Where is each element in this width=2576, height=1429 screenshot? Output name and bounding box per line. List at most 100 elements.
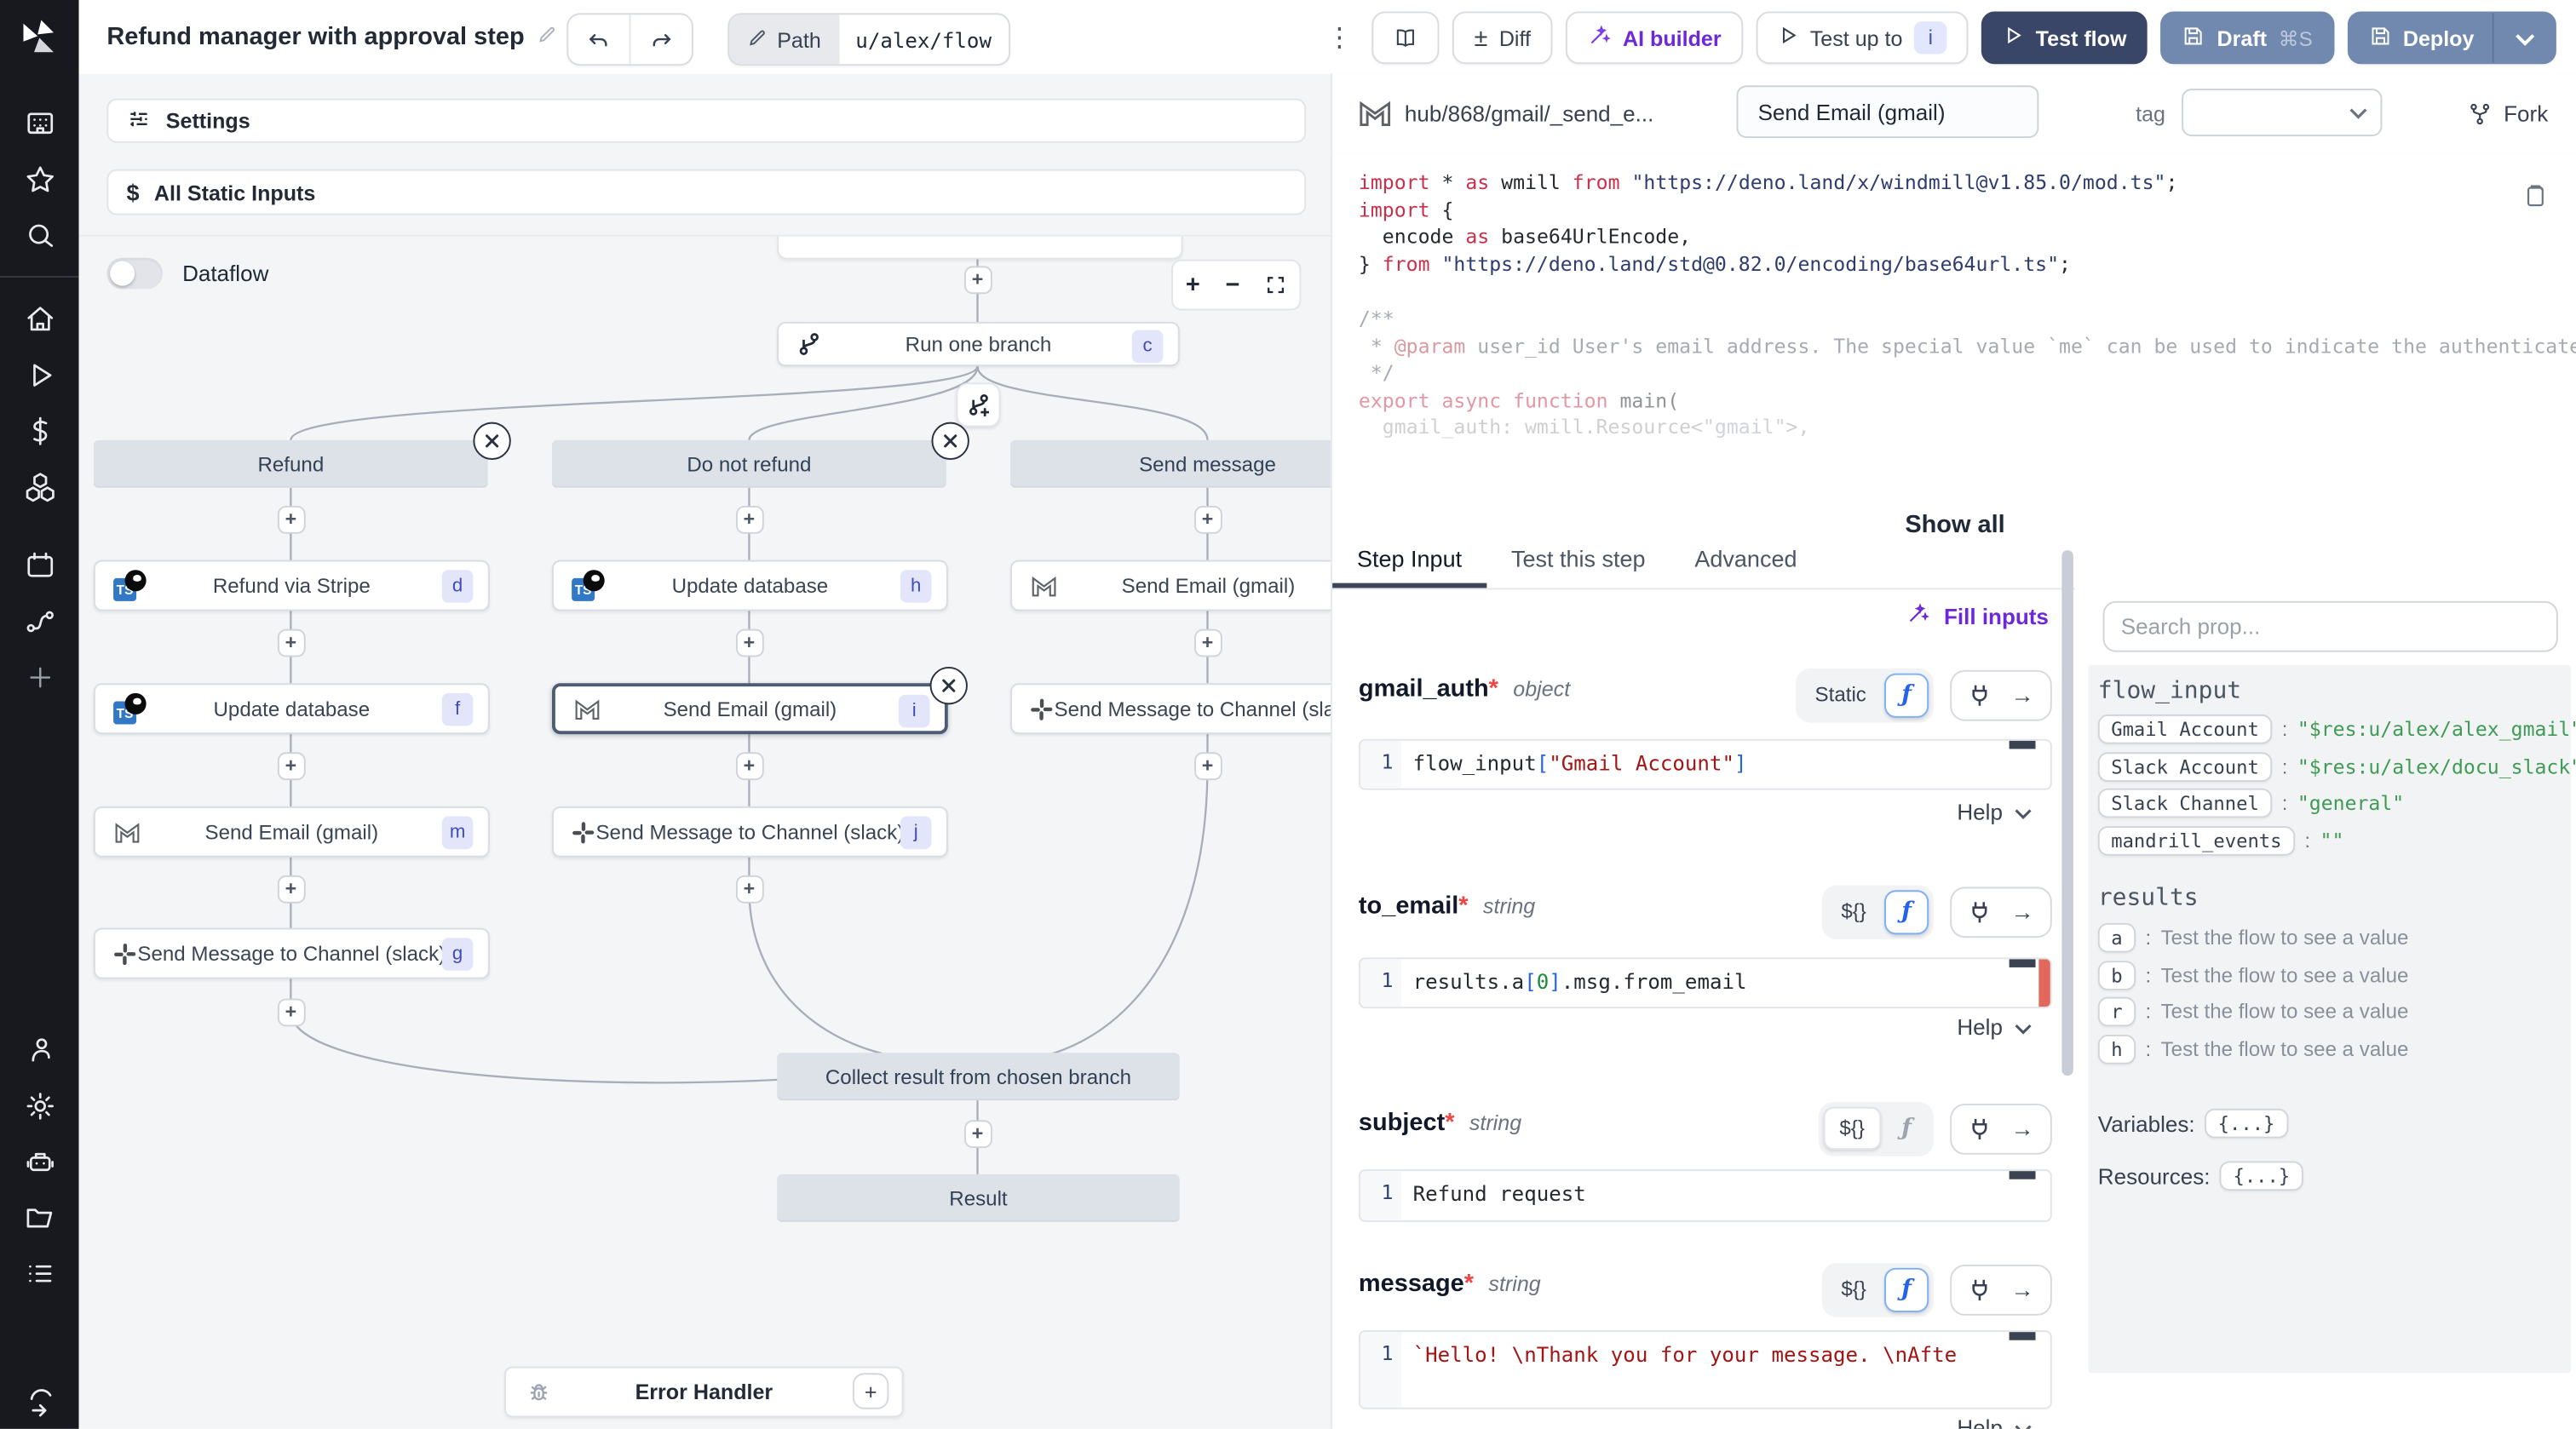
home-icon[interactable] — [0, 290, 79, 347]
static-mode-chip[interactable]: Static — [1800, 674, 1881, 716]
plug-icon[interactable] — [1968, 899, 1991, 924]
function-mode-button[interactable]: ƒ — [1884, 889, 1929, 934]
static-mode-chip[interactable]: ${} — [1823, 1106, 1882, 1150]
flow-title[interactable]: Refund manager with approval step — [106, 0, 557, 74]
flow-input-node-partial[interactable] — [777, 236, 1183, 260]
workspace-icon[interactable] — [0, 95, 79, 152]
flow-step-node[interactable]: Send Message to Channel (slack) — [1010, 683, 1331, 735]
undo-button[interactable] — [568, 14, 631, 65]
add-branch-button[interactable] — [956, 382, 1001, 428]
redo-button[interactable] — [631, 14, 692, 64]
result-pill[interactable]: b — [2097, 960, 2136, 990]
remove-button[interactable] — [930, 421, 969, 460]
favorites-star-icon[interactable] — [0, 151, 79, 207]
prop-pill[interactable]: Gmail Account — [2097, 714, 2273, 744]
add-step-button[interactable]: + — [276, 505, 305, 533]
logs-list-icon[interactable] — [0, 1245, 79, 1301]
prop-pill[interactable]: Slack Account — [2097, 751, 2273, 782]
result-pill[interactable]: r — [2097, 996, 2136, 1027]
arrow-right-icon[interactable]: → — [2011, 898, 2034, 925]
kebab-menu-button[interactable]: ⋮ — [1320, 13, 1360, 63]
docs-book-button[interactable] — [1371, 11, 1440, 65]
add-step-button[interactable]: + — [735, 628, 763, 657]
field-editor-to_email[interactable]: 1 results.a[0].msg.from_email — [1358, 957, 2052, 1009]
workers-robot-icon[interactable] — [0, 1133, 79, 1190]
branch-header-refund[interactable]: Refund — [93, 439, 488, 488]
flow-step-node[interactable]: Send Email (gmail) — [1010, 560, 1331, 611]
draft-button[interactable]: Draft ⌘S — [2160, 11, 2334, 65]
remove-button[interactable] — [929, 666, 967, 704]
runs-play-icon[interactable] — [0, 347, 79, 403]
switch-account-icon[interactable] — [0, 1373, 79, 1429]
add-plus-icon[interactable] — [0, 649, 79, 705]
flow-step-node[interactable]: Send Email (gmail) i — [551, 683, 948, 735]
add-step-button[interactable]: + — [735, 505, 763, 533]
static-mode-chip[interactable]: ${} — [1826, 1268, 1881, 1311]
branch-header-send-message[interactable]: Send message — [1010, 439, 1331, 488]
variables-expand-pill[interactable]: {...} — [2205, 1108, 2288, 1139]
add-step-button[interactable]: + — [276, 628, 305, 657]
fit-view-button[interactable] — [1265, 274, 1286, 296]
tab-step-input[interactable]: Step Input — [1332, 532, 1487, 588]
flow-step-node[interactable]: Send Email (gmail) m — [93, 806, 490, 858]
flow-step-node[interactable]: Send Message to Channel (slack) g — [93, 927, 490, 979]
windmill-logo-icon[interactable] — [18, 14, 60, 66]
diff-button[interactable]: ± Diff — [1452, 11, 1553, 65]
zoom-in-button[interactable]: + — [1186, 271, 1200, 299]
branch-header-do-not-refund[interactable]: Do not refund — [551, 439, 946, 488]
flow-step-node[interactable]: Send Message to Channel (slack) j — [551, 806, 948, 858]
flow-canvas[interactable]: Run one branch c Refund TS Refund via Stripe… — [79, 74, 1331, 1429]
deploy-button[interactable]: Deploy — [2347, 11, 2556, 65]
add-step-button[interactable]: + — [1193, 505, 1222, 533]
variables-dollar-icon[interactable] — [0, 402, 79, 458]
add-step-button[interactable]: + — [963, 265, 992, 294]
arrow-right-icon[interactable]: → — [2011, 1276, 2034, 1302]
edit-title-pencil-icon[interactable] — [538, 23, 557, 51]
tab-advanced[interactable]: Advanced — [1670, 532, 1821, 588]
collect-result-node[interactable]: Collect result from chosen branch — [777, 1053, 1180, 1101]
schedules-calendar-icon[interactable] — [0, 537, 79, 594]
function-mode-button[interactable]: ƒ — [1884, 1266, 1929, 1311]
flow-step-node[interactable]: TS Refund via Stripe d — [93, 560, 490, 611]
prop-pill[interactable]: mandrill_events — [2097, 825, 2295, 855]
flow-step-node[interactable]: TS Update database h — [551, 560, 948, 611]
field-editor-gmail_auth[interactable]: 1 flow_input["Gmail Account"] — [1358, 738, 2052, 790]
add-step-button[interactable]: + — [735, 751, 763, 780]
help-toggle[interactable]: Help — [1957, 1415, 2032, 1429]
flow-step-node[interactable]: TS Update database f — [93, 683, 490, 735]
add-step-button[interactable]: + — [1193, 751, 1222, 780]
arrow-right-icon[interactable]: → — [2011, 1115, 2034, 1141]
arrow-right-icon[interactable]: → — [2011, 681, 2034, 708]
add-step-button[interactable]: + — [963, 1119, 992, 1148]
test-up-to-button[interactable]: Test up to i — [1756, 11, 1969, 65]
result-pill[interactable]: a — [2097, 922, 2136, 953]
remove-button[interactable] — [472, 421, 510, 460]
add-step-button[interactable]: + — [276, 874, 305, 903]
user-icon[interactable] — [0, 1022, 79, 1078]
add-step-button[interactable]: + — [276, 751, 305, 780]
plug-icon[interactable] — [1968, 1116, 1991, 1140]
add-step-button[interactable]: + — [276, 997, 305, 1026]
search-icon[interactable] — [0, 207, 79, 263]
test-flow-button[interactable]: Test flow — [1981, 11, 2148, 65]
field-editor-subject[interactable]: 1 Refund request — [1358, 1169, 2052, 1222]
add-step-button[interactable]: + — [735, 874, 763, 903]
static-mode-chip[interactable]: ${} — [1826, 890, 1881, 933]
step-name-input[interactable]: Send Email (gmail) — [1736, 85, 2039, 138]
zoom-out-button[interactable]: − — [1226, 271, 1240, 299]
add-error-handler-button[interactable]: + — [852, 1373, 889, 1409]
result-node[interactable]: Result — [777, 1174, 1180, 1222]
resources-cubes-icon[interactable] — [0, 458, 79, 514]
function-mode-button[interactable]: ƒ — [1884, 672, 1929, 717]
settings-gear-icon[interactable] — [0, 1077, 79, 1133]
error-handler-node[interactable]: Error Handler + — [504, 1366, 904, 1418]
resources-expand-pill[interactable]: {...} — [2220, 1161, 2303, 1191]
field-editor-message[interactable]: 1 `Hello! \nThank you for your message. \… — [1358, 1330, 2052, 1409]
tab-test-this-step[interactable]: Test this step — [1486, 532, 1670, 588]
path-edit-segment[interactable]: Path — [729, 14, 840, 65]
add-step-button[interactable]: + — [1193, 628, 1222, 657]
ai-builder-button[interactable]: AI builder — [1565, 11, 1743, 65]
help-toggle[interactable]: Help — [1957, 1015, 2032, 1040]
plug-icon[interactable] — [1968, 682, 1991, 707]
folders-icon[interactable] — [0, 1189, 79, 1245]
